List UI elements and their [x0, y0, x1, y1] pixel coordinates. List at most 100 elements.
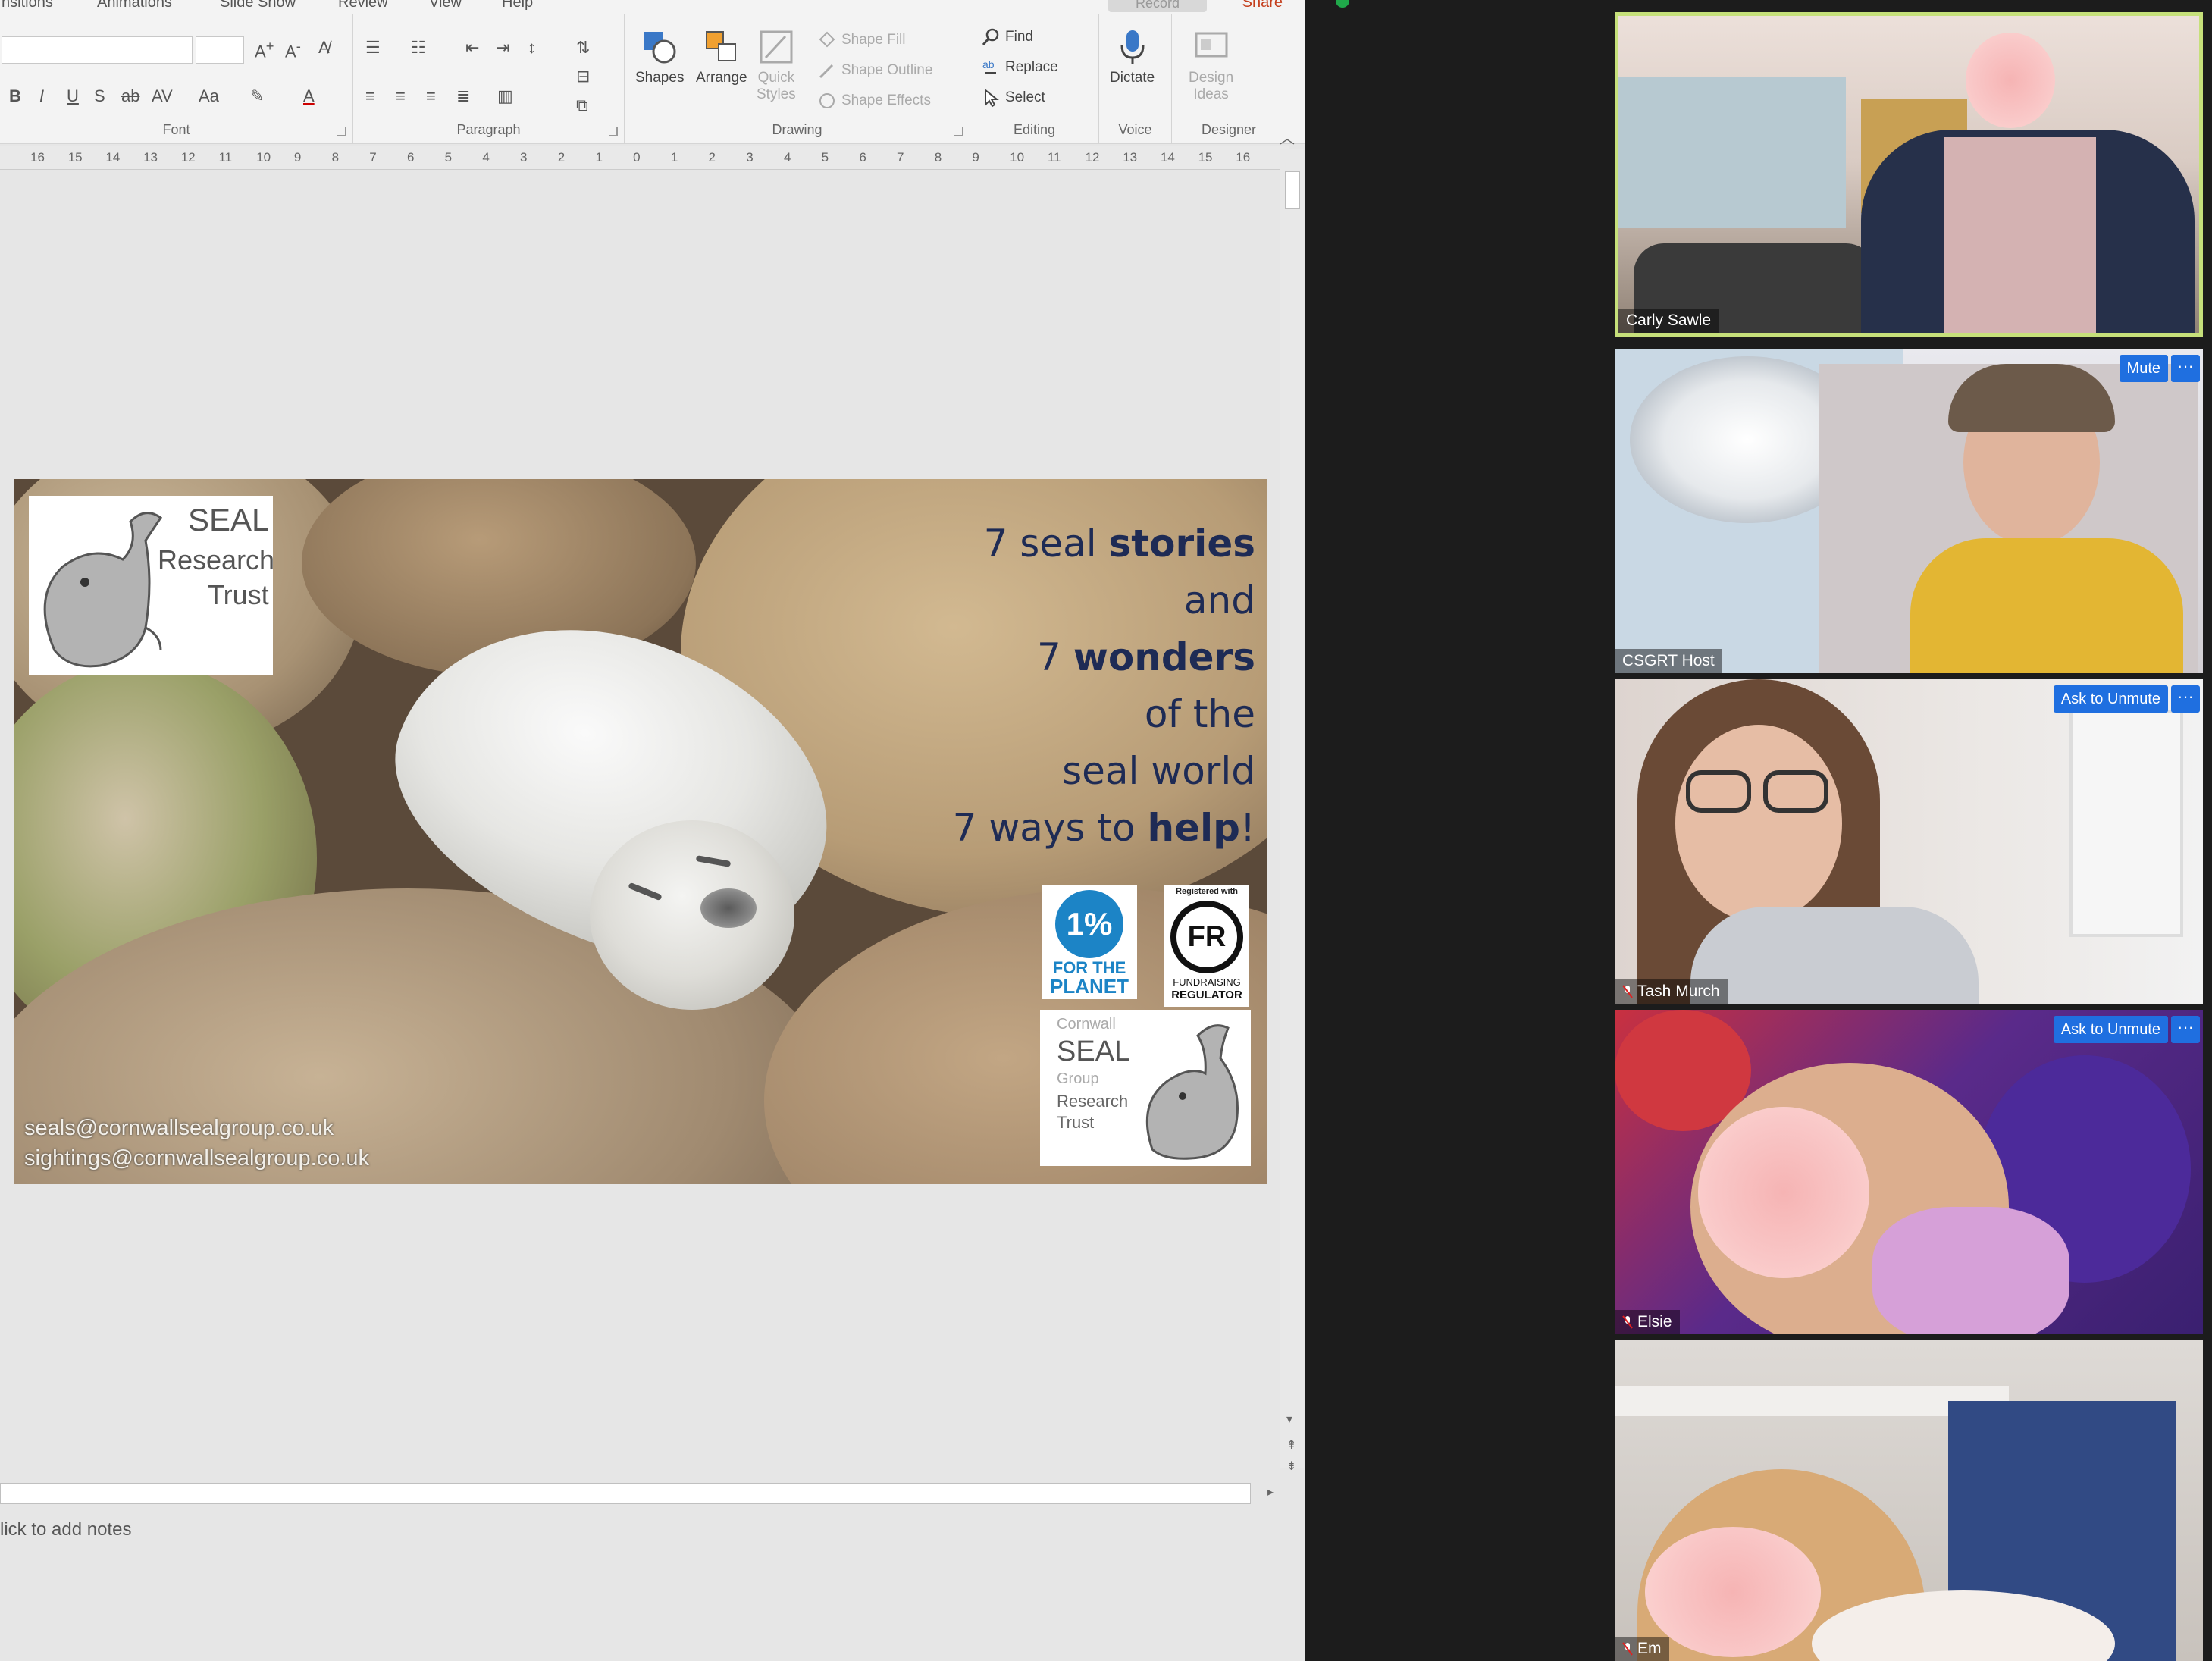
quick-styles-button[interactable]: Quick Styles	[757, 29, 796, 103]
arrange-icon	[705, 31, 736, 61]
bullets-icon[interactable]: ☰	[365, 38, 381, 58]
shape-effects-button[interactable]: Shape Effects	[817, 91, 931, 111]
font-size-combo[interactable]	[196, 36, 244, 64]
tagline-text: and	[1183, 578, 1255, 622]
horizontal-scrollbar[interactable]	[0, 1483, 1251, 1504]
select-label: Select	[1005, 89, 1045, 105]
video-tile-tash-murch[interactable]: Ask to Unmute ··· Tash Murch	[1615, 679, 2203, 1004]
font-color-icon[interactable]: A	[303, 86, 315, 106]
drawing-dialog-launcher[interactable]	[954, 127, 963, 136]
ruler-tick: 6	[406, 150, 415, 165]
change-case-icon[interactable]: Aa	[199, 86, 219, 106]
justify-icon[interactable]: ≣	[456, 86, 470, 106]
clear-format-icon[interactable]: A̸	[318, 38, 330, 58]
more-options-button[interactable]: ···	[2171, 355, 2200, 382]
slide-canvas[interactable]: SEAL Research Trust 7 seal stories and 7…	[14, 479, 1267, 1184]
ruler-tick: 2	[557, 150, 566, 165]
tile-controls: Ask to Unmute ···	[2053, 685, 2200, 713]
scroll-right-icon[interactable]: ▸	[1261, 1484, 1280, 1503]
tab-help[interactable]: Help	[502, 0, 533, 11]
quick-styles-label-1: Quick	[757, 70, 795, 86]
glasses-right	[1763, 770, 1828, 813]
ask-to-unmute-button[interactable]: Ask to Unmute	[2053, 685, 2168, 713]
replace-icon: ab	[982, 58, 996, 74]
ruler-tick: 14	[1160, 150, 1175, 165]
shapes-button[interactable]: Shapes	[635, 29, 684, 86]
ruler-tick: 9	[972, 150, 979, 165]
video-tile-em[interactable]: Em	[1615, 1340, 2203, 1661]
text-direction-icon[interactable]: ⇅	[576, 38, 590, 58]
notes-placeholder[interactable]: lick to add notes	[0, 1519, 131, 1540]
video-tile-csgrt-host[interactable]: Mute ··· CSGRT Host	[1615, 349, 2203, 673]
record-button[interactable]: Record	[1108, 0, 1207, 12]
collapse-ribbon-icon[interactable]: ︿	[1280, 126, 1295, 148]
share-button[interactable]: Share	[1242, 0, 1283, 11]
tab-view[interactable]: View	[429, 0, 462, 11]
align-text-icon[interactable]: ⊟	[576, 67, 590, 86]
badge-seal-line-5: Trust	[1057, 1113, 1095, 1132]
ask-to-unmute-button[interactable]: Ask to Unmute	[2053, 1016, 2168, 1043]
prev-slide-icon[interactable]: ⇞	[1286, 1437, 1296, 1453]
fundraising-regulator-badge: Registered with FR FUNDRAISING REGULATOR	[1164, 885, 1249, 1007]
ruler-tick: 11	[218, 150, 233, 165]
ruler-tick: 16	[1236, 150, 1251, 165]
columns-icon[interactable]: ▥	[497, 86, 513, 106]
align-right-icon[interactable]: ≡	[426, 86, 436, 106]
shape-fill-button[interactable]: Shape Fill	[817, 30, 906, 50]
smartart-icon[interactable]: ⧉	[576, 96, 588, 115]
blurred-face	[1645, 1527, 1821, 1657]
decrease-indent-icon[interactable]: ⇤	[465, 38, 479, 58]
effects-icon	[819, 93, 835, 108]
underline-icon[interactable]: U	[67, 86, 79, 106]
pen-outline-icon	[819, 64, 834, 79]
strikethrough-icon[interactable]: ab	[121, 86, 139, 106]
microphone-icon	[1120, 30, 1145, 64]
increase-indent-icon[interactable]: ⇥	[496, 38, 509, 58]
participant-name: Elsie	[1637, 1313, 1672, 1330]
line-spacing-icon[interactable]: ↕	[528, 38, 536, 58]
font-dialog-launcher[interactable]	[337, 127, 346, 136]
tab-animations[interactable]: Animations	[97, 0, 172, 11]
planet-line-2: PLANET	[1050, 975, 1129, 998]
paragraph-dialog-launcher[interactable]	[609, 127, 618, 136]
tagline-text: of the	[1144, 692, 1255, 736]
ruler-tick: 5	[821, 150, 829, 165]
italic-icon[interactable]: I	[39, 86, 44, 106]
design-ideas-button[interactable]: Design Ideas	[1189, 29, 1233, 103]
shape-outline-button[interactable]: Shape Outline	[817, 61, 932, 80]
shadow-icon[interactable]: S	[94, 86, 105, 106]
align-center-icon[interactable]: ≡	[396, 86, 406, 106]
increase-font-icon[interactable]: A+	[255, 38, 274, 61]
more-options-button[interactable]: ···	[2171, 1016, 2200, 1043]
fr-line-2: REGULATOR	[1171, 989, 1242, 1001]
dictate-button[interactable]: Dictate	[1110, 29, 1155, 86]
bold-icon[interactable]: B	[9, 86, 21, 106]
tab-slide-show[interactable]: Slide Show	[220, 0, 296, 11]
scroll-down-icon[interactable]: ▾	[1286, 1412, 1292, 1427]
email-seals: seals@cornwallsealgroup.co.uk	[24, 1116, 334, 1140]
select-button[interactable]: Select	[981, 88, 1045, 108]
tab-review[interactable]: Review	[338, 0, 388, 11]
replace-button[interactable]: ab Replace	[981, 58, 1058, 77]
more-options-button[interactable]: ···	[2171, 685, 2200, 713]
find-button[interactable]: Find	[981, 27, 1033, 47]
video-tile-elsie[interactable]: Ask to Unmute ··· Elsie	[1615, 1010, 2203, 1334]
arrange-button[interactable]: Arrange	[696, 29, 747, 86]
align-left-icon[interactable]: ≡	[365, 86, 375, 106]
font-name-combo[interactable]	[2, 36, 193, 64]
tagline-text: 7 ways to	[952, 806, 1148, 850]
vertical-scrollbar[interactable]: ▾ ⇞ ⇟	[1280, 149, 1304, 1473]
video-tile-carly-sawle[interactable]: Carly Sawle	[1615, 12, 2203, 337]
ruler-tick: 14	[105, 150, 121, 165]
tab-transitions[interactable]: nsitions	[2, 0, 53, 11]
search-icon	[982, 28, 999, 45]
scrollbar-thumb[interactable]	[1285, 171, 1300, 209]
char-spacing-icon[interactable]: AV	[152, 86, 173, 106]
tagline-bold: help	[1147, 806, 1240, 850]
highlight-icon[interactable]: ✎	[250, 86, 264, 106]
decrease-font-icon[interactable]: A-	[285, 38, 301, 61]
numbering-icon[interactable]: ☷	[411, 38, 426, 58]
next-slide-icon[interactable]: ⇟	[1286, 1459, 1296, 1474]
find-label: Find	[1005, 29, 1033, 45]
mute-button[interactable]: Mute	[2119, 355, 2168, 382]
